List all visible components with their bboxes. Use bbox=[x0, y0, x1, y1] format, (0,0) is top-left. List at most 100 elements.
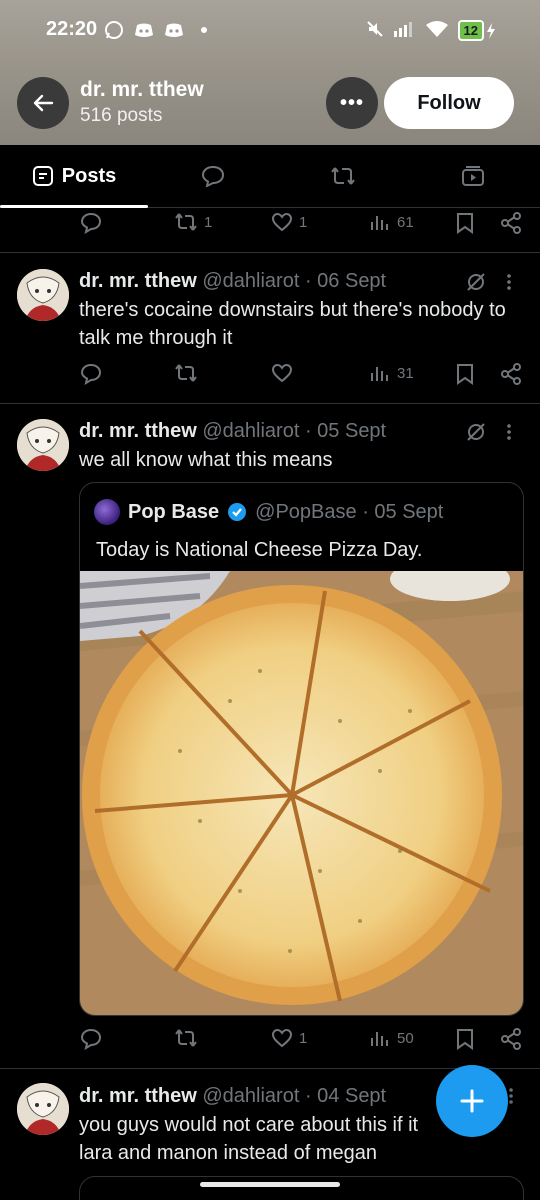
quoted-tweet-header: Pop Base @PopBase · 05 Sept bbox=[94, 499, 443, 525]
status-time: 22:20 bbox=[46, 18, 98, 40]
back-button[interactable] bbox=[17, 77, 69, 129]
verified-badge-icon bbox=[228, 503, 247, 521]
like-count: 1 bbox=[299, 1029, 308, 1047]
tweet-header: dr. mr. tthew @dahliarot · 05 Sept bbox=[79, 420, 386, 443]
divider bbox=[0, 403, 540, 404]
posts-tab-icon bbox=[32, 166, 53, 186]
system-icons: 12 bbox=[366, 20, 496, 41]
tweet-text-line-1: you guys would not care about this if it bbox=[79, 1114, 419, 1136]
action-bar: 31 bbox=[0, 363, 540, 393]
repost-icon bbox=[175, 1029, 197, 1047]
discord-icon bbox=[134, 20, 154, 40]
tweet-top-actions bbox=[508, 1087, 514, 1105]
grok-icon[interactable] bbox=[466, 272, 486, 292]
reposts-tab-icon bbox=[331, 167, 355, 185]
discord-icon-2 bbox=[164, 20, 184, 40]
action-bar: 1 50 bbox=[0, 1028, 540, 1058]
quoted-handle-date: @PopBase · 05 Sept bbox=[255, 500, 444, 523]
more-button[interactable]: ••• bbox=[326, 77, 378, 129]
notification-icons bbox=[104, 20, 214, 40]
battery-icon: 12 bbox=[457, 20, 496, 41]
tweet-text-line-2: lara and manon instead of megan bbox=[79, 1142, 377, 1164]
tweet-top-actions bbox=[466, 272, 512, 292]
tab-posts-label: Posts bbox=[61, 164, 117, 187]
share-button[interactable] bbox=[500, 212, 522, 234]
bookmark-icon bbox=[457, 1029, 473, 1050]
profile-post-count: 516 posts bbox=[80, 105, 163, 126]
quoted-tweet[interactable]: Pop Base @PopBase · 05 Sept Today is Nat… bbox=[79, 482, 524, 1016]
more-vertical-icon[interactable] bbox=[508, 1087, 514, 1105]
repost-count: 1 bbox=[204, 213, 213, 231]
profile-name: dr. mr. tthew bbox=[80, 78, 204, 101]
quoted-tweet-text: Today is National Cheese Pizza Day. bbox=[96, 539, 423, 561]
tweet-top-actions bbox=[466, 422, 512, 442]
signal-icon bbox=[393, 21, 416, 40]
more-icon: ••• bbox=[339, 91, 364, 114]
mute-icon bbox=[366, 20, 384, 41]
share-icon bbox=[501, 212, 521, 234]
share-icon bbox=[501, 1028, 521, 1050]
more-vertical-icon[interactable] bbox=[506, 273, 512, 291]
tweet-text: we all know what this means bbox=[79, 449, 333, 471]
tab-posts[interactable]: Posts bbox=[0, 145, 148, 208]
reply-icon bbox=[80, 363, 102, 385]
views-count: 31 bbox=[397, 364, 414, 382]
repost-icon bbox=[175, 213, 197, 231]
reply-icon bbox=[80, 1028, 102, 1050]
home-indicator[interactable] bbox=[200, 1182, 340, 1187]
repost-icon bbox=[175, 364, 197, 382]
reply-button[interactable] bbox=[80, 212, 102, 234]
views-icon bbox=[371, 1032, 388, 1046]
like-count: 1 bbox=[299, 213, 308, 231]
like-button[interactable]: 1 bbox=[271, 212, 307, 232]
repost-button[interactable] bbox=[174, 363, 198, 383]
tweet-author-name[interactable]: dr. mr. tthew bbox=[79, 420, 197, 442]
tweet-header: dr. mr. tthew @dahliarot · 04 Sept bbox=[79, 1085, 386, 1108]
compose-button[interactable] bbox=[436, 1065, 508, 1137]
tab-media[interactable] bbox=[408, 145, 538, 207]
follow-button[interactable]: Follow bbox=[384, 77, 514, 129]
profile-header: 22:20 12 dr. mr. tthew 516 posts ••• Fol… bbox=[0, 0, 540, 145]
repost-button[interactable]: 1 bbox=[174, 212, 212, 232]
avatar[interactable] bbox=[17, 269, 69, 321]
reply-button[interactable] bbox=[80, 363, 102, 385]
status-bar: 22:20 12 bbox=[0, 14, 540, 48]
views-button[interactable]: 31 bbox=[369, 363, 414, 383]
reply-icon bbox=[80, 212, 102, 234]
tweet-author-name[interactable]: dr. mr. tthew bbox=[79, 270, 197, 292]
views-button[interactable]: 61 bbox=[369, 212, 414, 232]
back-arrow-icon bbox=[33, 94, 54, 112]
like-button[interactable]: 1 bbox=[271, 1028, 307, 1048]
bookmark-icon bbox=[457, 213, 473, 234]
dot-icon bbox=[194, 20, 214, 40]
plus-icon bbox=[460, 1089, 484, 1113]
bookmark-button[interactable] bbox=[456, 363, 474, 385]
divider bbox=[0, 252, 540, 253]
views-count: 50 bbox=[397, 1029, 414, 1047]
tweet-handle-date: @dahliarot · 06 Sept bbox=[202, 270, 387, 292]
avatar[interactable] bbox=[17, 1083, 69, 1135]
replies-tab-icon bbox=[201, 165, 225, 187]
reply-button[interactable] bbox=[80, 1028, 102, 1050]
tab-reposts[interactable] bbox=[278, 145, 408, 207]
like-button[interactable] bbox=[271, 363, 293, 383]
share-button[interactable] bbox=[500, 363, 522, 385]
tweet-handle-date: @dahliarot · 05 Sept bbox=[202, 420, 387, 442]
share-button[interactable] bbox=[500, 1028, 522, 1050]
action-bar: 1 1 61 bbox=[0, 212, 540, 242]
views-icon bbox=[371, 216, 388, 230]
tweet-author-name[interactable]: dr. mr. tthew bbox=[79, 1085, 197, 1107]
views-button[interactable]: 50 bbox=[369, 1028, 414, 1048]
bookmark-button[interactable] bbox=[456, 212, 474, 234]
like-icon bbox=[271, 212, 293, 232]
wifi-icon bbox=[425, 21, 448, 40]
pizza-image[interactable] bbox=[80, 557, 523, 1015]
quoted-tweet-partial[interactable] bbox=[79, 1176, 524, 1200]
whatsapp-icon bbox=[104, 20, 124, 40]
bookmark-button[interactable] bbox=[456, 1028, 474, 1050]
grok-icon[interactable] bbox=[466, 422, 486, 442]
tab-replies[interactable] bbox=[148, 145, 278, 207]
repost-button[interactable] bbox=[174, 1028, 198, 1048]
more-vertical-icon[interactable] bbox=[506, 423, 512, 441]
avatar[interactable] bbox=[17, 419, 69, 471]
